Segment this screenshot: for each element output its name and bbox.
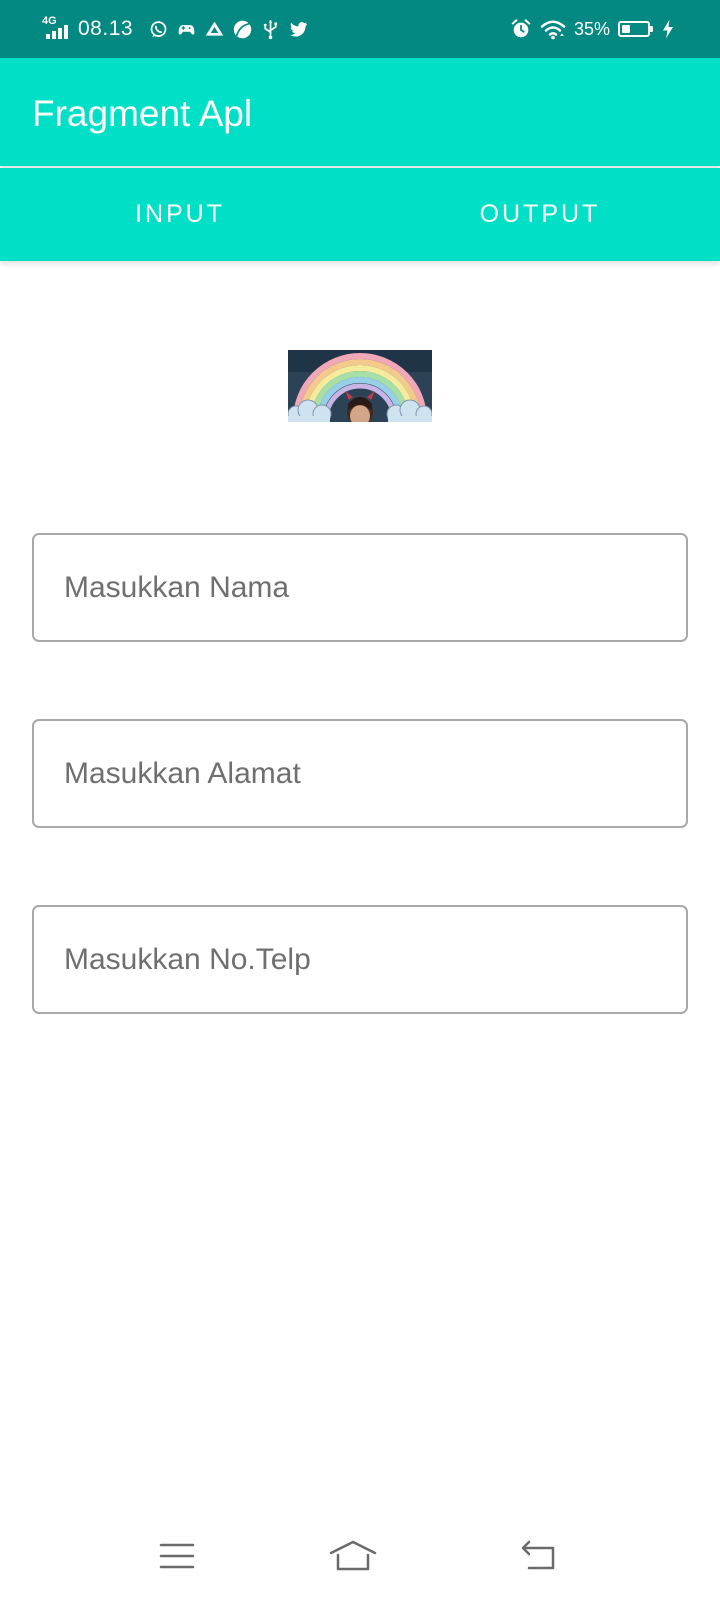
home-icon: [329, 1540, 377, 1571]
whatsapp-icon: [150, 20, 167, 37]
status-bar-left: 4G 08.13: [42, 14, 309, 44]
clock: 08.13: [78, 17, 134, 40]
wifi-icon: [540, 20, 566, 40]
notification-icons: [148, 19, 309, 40]
home-button[interactable]: [293, 1512, 413, 1600]
app-bar: Fragment Apl: [0, 58, 720, 166]
back-button[interactable]: [479, 1512, 599, 1600]
signal-icon: 4G: [42, 16, 74, 42]
back-icon: [521, 1540, 555, 1570]
usb-icon: [263, 19, 278, 39]
name-input[interactable]: [64, 535, 664, 640]
address-field[interactable]: [32, 719, 688, 828]
status-bar-right: 35%: [510, 14, 674, 44]
game-controller-icon: [178, 24, 195, 35]
address-input[interactable]: [64, 721, 664, 826]
phone-input[interactable]: [64, 907, 664, 1012]
battery-icon: [618, 21, 653, 37]
tab-input[interactable]: INPUT: [0, 168, 360, 261]
twitter-icon: [290, 21, 308, 36]
leaf-app-icon: [233, 20, 252, 38]
tab-output[interactable]: OUTPUT: [360, 168, 720, 261]
tab-bar: INPUT OUTPUT: [0, 168, 720, 261]
app-title: Fragment Apl: [32, 93, 253, 134]
charging-icon: [663, 19, 673, 39]
drive-icon: [205, 21, 224, 36]
profile-image: [288, 350, 432, 422]
menu-button[interactable]: [117, 1512, 237, 1600]
signal-bars: [46, 25, 68, 39]
navigation-bar: [0, 1512, 720, 1600]
status-bar: 4G 08.13 35%: [0, 0, 720, 58]
name-field[interactable]: [32, 533, 688, 642]
menu-icon: [159, 1543, 195, 1569]
phone-field[interactable]: [32, 905, 688, 1014]
alarm-icon: [511, 19, 531, 38]
battery-percentage: 35%: [573, 18, 610, 39]
